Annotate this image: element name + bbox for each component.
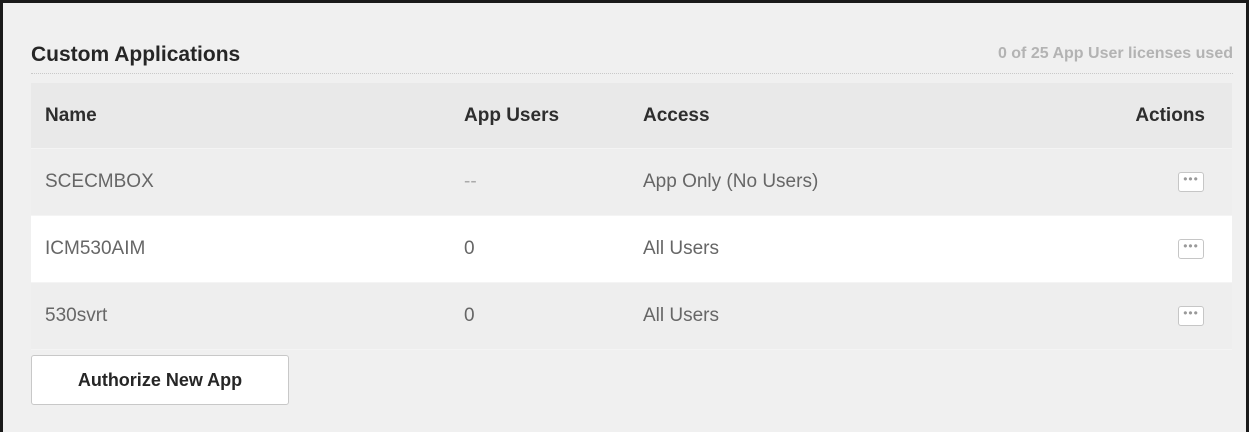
row-actions: •••: [1152, 283, 1232, 349]
apps-table: Name App Users Access Actions SCECMBOX -…: [31, 83, 1232, 350]
app-access: All Users: [643, 305, 720, 326]
panel-frame: Custom Applications 0 of 25 App User lic…: [0, 0, 1249, 432]
authorize-new-app-button[interactable]: Authorize New App: [31, 355, 289, 405]
more-options-button[interactable]: •••: [1178, 239, 1204, 259]
app-name: 530svrt: [45, 305, 108, 326]
app-name: SCECMBOX: [45, 171, 154, 192]
table-row: ICM530AIM 0 All Users •••: [31, 216, 1232, 283]
row-actions: •••: [1152, 216, 1232, 282]
app-access: All Users: [643, 238, 720, 259]
section-title: Custom Applications: [31, 43, 241, 66]
app-users-count: --: [464, 171, 477, 192]
more-options-icon: •••: [1183, 306, 1199, 320]
more-options-icon: •••: [1183, 172, 1199, 186]
table-row: 530svrt 0 All Users •••: [31, 283, 1232, 350]
table-header-row: Name App Users Access Actions: [31, 83, 1232, 149]
column-header-actions: Actions: [1135, 104, 1205, 126]
app-users-count: 0: [464, 305, 475, 326]
section-header: Custom Applications 0 of 25 App User lic…: [31, 43, 1233, 74]
column-header-access: Access: [643, 104, 710, 126]
app-access: App Only (No Users): [643, 171, 819, 192]
app-users-count: 0: [464, 238, 475, 259]
app-name: ICM530AIM: [45, 238, 146, 259]
license-usage-text: 0 of 25 App User licenses used: [997, 45, 1233, 62]
table-row: SCECMBOX -- App Only (No Users) •••: [31, 149, 1232, 216]
row-actions: •••: [1152, 149, 1232, 215]
more-options-button[interactable]: •••: [1178, 172, 1204, 192]
more-options-icon: •••: [1183, 239, 1199, 253]
more-options-button[interactable]: •••: [1178, 306, 1204, 326]
column-header-name: Name: [45, 104, 97, 126]
column-header-app-users: App Users: [464, 104, 560, 126]
